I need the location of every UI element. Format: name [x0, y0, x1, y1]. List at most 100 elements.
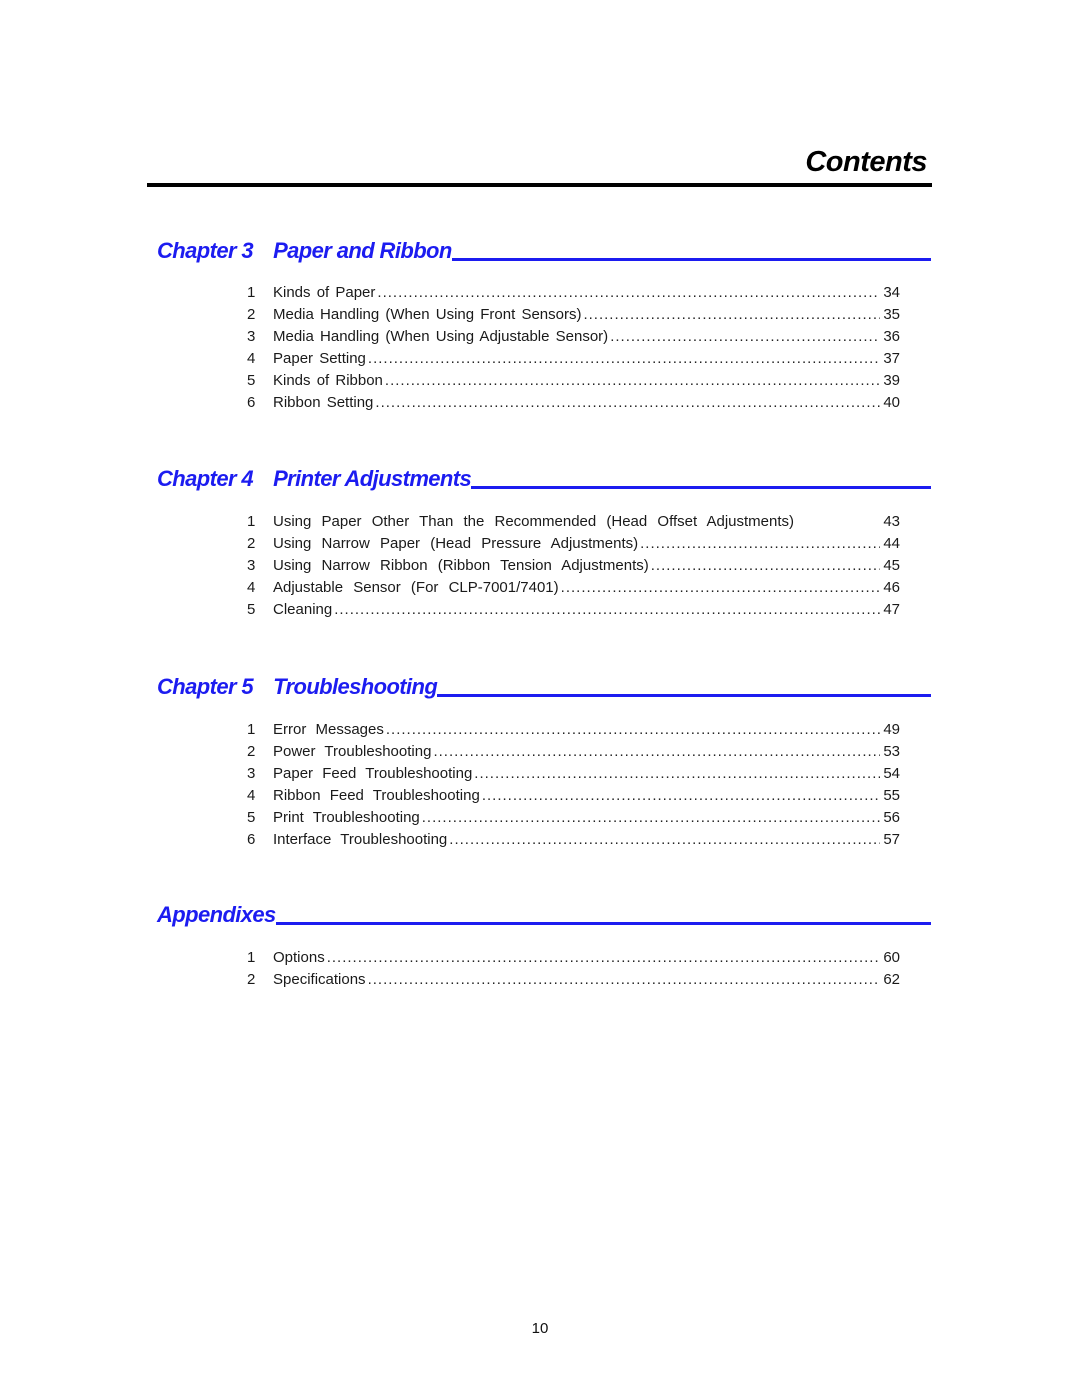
toc-entries: 1 Options 60 2 Specifications 62	[247, 949, 900, 993]
chapter-heading[interactable]: Chapter 5 Troubleshooting	[157, 670, 931, 700]
entry-page: 44	[883, 535, 900, 552]
toc-entry[interactable]: 6 Interface Troubleshooting 57	[247, 831, 900, 853]
entry-number: 4	[247, 350, 256, 367]
dot-leader	[433, 743, 880, 760]
entry-number: 1	[247, 513, 256, 530]
dot-leader	[610, 328, 880, 345]
toc-section-chapter-5: Chapter 5 Troubleshooting 1 Error Message…	[157, 670, 931, 853]
entry-page: 43	[883, 513, 900, 530]
dot-leader	[482, 787, 881, 804]
entry-page: 62	[883, 971, 900, 988]
toc-entries: 1 Using Paper Other Than the Recommended …	[247, 513, 900, 623]
entry-number: 2	[247, 306, 256, 323]
toc-entry[interactable]: 2 Using Narrow Paper (Head Pressure Adjus…	[247, 535, 900, 557]
entry-title: Options	[273, 949, 325, 966]
entry-number: 5	[247, 372, 256, 389]
toc-entry[interactable]: 1 Kinds of Paper 34	[247, 284, 900, 306]
entry-page: 39	[883, 372, 900, 389]
chapter-heading[interactable]: Appendixes	[157, 898, 931, 928]
entry-number: 2	[247, 971, 256, 988]
entry-title: Using Paper Other Than the Recommended (…	[273, 513, 795, 530]
entry-number: 6	[247, 394, 256, 411]
entry-number: 6	[247, 831, 256, 848]
toc-entry[interactable]: 1 Options 60	[247, 949, 900, 971]
entry-page: 45	[883, 557, 900, 574]
toc-entry[interactable]: 4 Ribbon Feed Troubleshooting 55	[247, 787, 900, 809]
toc-entry[interactable]: 5 Cleaning 47	[247, 601, 900, 623]
entry-title: Kinds of Ribbon	[273, 372, 383, 389]
toc-section-appendixes: Appendixes 1 Options 60 2 Specifications 62	[157, 898, 931, 993]
toc-entry[interactable]: 4 Adjustable Sensor (For CLP-7001/7401) 46	[247, 579, 900, 601]
entry-number: 3	[247, 328, 256, 345]
dot-leader	[583, 306, 880, 323]
entry-page: 53	[883, 743, 900, 760]
entry-title: Kinds of Paper	[273, 284, 376, 301]
toc-entry[interactable]: 2 Specifications 62	[247, 971, 900, 993]
entry-title: Paper Feed Troubleshooting	[273, 765, 473, 782]
chapter-heading[interactable]: Chapter 3 Paper and Ribbon	[157, 234, 931, 264]
dot-leader	[640, 535, 880, 552]
chapter-label: Chapter 5	[157, 674, 254, 699]
entry-number: 3	[247, 557, 256, 574]
entry-page: 37	[883, 350, 900, 367]
toc-entry[interactable]: 3 Paper Feed Troubleshooting 54	[247, 765, 900, 787]
toc-section-chapter-3: Chapter 3 Paper and Ribbon 1 Kinds of Pap…	[157, 234, 931, 416]
entry-title: Interface Troubleshooting	[273, 831, 448, 848]
toc-entry[interactable]: 5 Kinds of Ribbon 39	[247, 372, 900, 394]
toc-entry[interactable]: 5 Print Troubleshooting 56	[247, 809, 900, 831]
dot-leader	[368, 971, 881, 988]
dot-leader	[386, 721, 880, 738]
entry-title: Cleaning	[273, 601, 333, 618]
entry-title: Adjustable Sensor (For CLP-7001/7401)	[273, 579, 559, 596]
toc-entries: 1 Error Messages 49 2 Power Troubleshooting…	[247, 721, 900, 853]
toc-entries: 1Kinds of Paper34 2Media Handling (When …	[247, 284, 900, 416]
chapter-rule	[275, 922, 931, 925]
entry-number: 2	[247, 535, 256, 552]
chapter-title: Troubleshooting	[273, 674, 438, 699]
dot-leader	[375, 394, 880, 411]
toc-entry[interactable]: 3 Media Handling (When Using Adjustable S…	[247, 328, 900, 350]
page-title: Contents	[805, 146, 927, 178]
entry-number: 1	[247, 721, 256, 738]
chapter-rule	[437, 694, 931, 697]
toc-entry[interactable]: 2 Power Troubleshooting 53	[247, 743, 900, 765]
entry-page: 56	[883, 809, 900, 826]
chapter-heading[interactable]: Chapter 4 Printer Adjustments	[157, 462, 931, 492]
toc-entry[interactable]: 1 Error Messages 49	[247, 721, 900, 743]
dot-leader	[385, 372, 880, 389]
dot-leader	[334, 601, 880, 618]
entry-page: 35	[883, 306, 900, 323]
entry-page: 60	[883, 949, 900, 966]
entry-page: 36	[883, 328, 900, 345]
dot-leader	[449, 831, 880, 848]
entry-page: 57	[883, 831, 900, 848]
dot-leader	[368, 350, 880, 367]
entry-page: 49	[883, 721, 900, 738]
toc-entry[interactable]: 1 Using Paper Other Than the Recommended …	[247, 513, 900, 535]
dot-leader	[474, 765, 880, 782]
entry-page: 34	[883, 284, 900, 301]
chapter-label: Appendixes	[157, 902, 276, 927]
toc-entry[interactable]: 2 Media Handling (When Using Front Sensor…	[247, 306, 900, 328]
chapter-title: Printer Adjustments	[273, 466, 472, 491]
entry-title: Print Troubleshooting	[273, 809, 420, 826]
entry-number: 5	[247, 601, 256, 618]
page-number: 10	[531, 1320, 549, 1337]
toc-entry[interactable]: 3 Using Narrow Ribbon (Ribbon Tension Adj…	[247, 557, 900, 579]
entry-title: Power Troubleshooting	[273, 743, 432, 760]
entry-number: 1	[247, 284, 256, 301]
toc-entry[interactable]: 4 Paper Setting 37	[247, 350, 900, 372]
entry-number: 5	[247, 809, 256, 826]
chapter-title: Paper and Ribbon	[273, 238, 452, 263]
entry-title: Paper Setting	[273, 350, 366, 367]
entry-page: 46	[883, 579, 900, 596]
entry-title: Specifications	[273, 971, 366, 988]
entry-number: 3	[247, 765, 256, 782]
entry-page: 55	[883, 787, 900, 804]
toc-entry[interactable]: 6 Ribbon Setting 40	[247, 394, 900, 416]
chapter-rule	[471, 486, 931, 489]
dot-leader	[377, 284, 880, 301]
entry-number: 4	[247, 579, 256, 596]
toc-section-chapter-4: Chapter 4 Printer Adjustments 1 Using Pap…	[157, 462, 931, 623]
entry-title: Media Handling (When Using Front Sensors…	[273, 306, 582, 323]
